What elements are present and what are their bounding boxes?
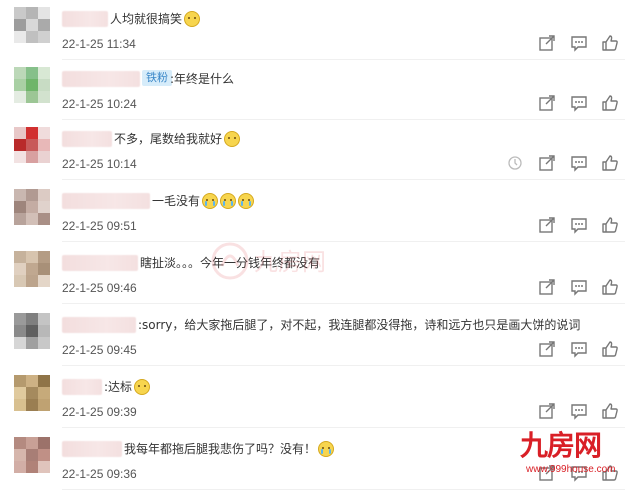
- comment-icon[interactable]: [570, 216, 588, 234]
- username-blurred[interactable]: [62, 379, 102, 395]
- sweat-emoji-icon: [224, 131, 241, 147]
- divider: [62, 179, 625, 180]
- like-icon[interactable]: [601, 340, 619, 358]
- comment-item: 铁粉:年终是什么 22-1-25 10:24: [0, 60, 625, 120]
- comment-text-content: 人均就很搞笑: [110, 12, 183, 26]
- avatar[interactable]: [14, 313, 50, 349]
- username-blurred[interactable]: [62, 71, 140, 87]
- divider: [62, 241, 625, 242]
- timestamp: 22-1-25 11:34: [62, 37, 136, 51]
- cry-emoji-icon: [318, 441, 335, 457]
- comment-icon[interactable]: [570, 340, 588, 358]
- timestamp: 22-1-25 10:24: [62, 97, 137, 111]
- username-blurred[interactable]: [62, 441, 122, 457]
- cry-emoji-icon: [238, 193, 255, 209]
- comment-text: 不多，尾数给我就好: [114, 130, 241, 148]
- username-blurred[interactable]: [62, 131, 112, 147]
- username-blurred[interactable]: [62, 255, 138, 271]
- comment-text-content: 不多，尾数给我就好: [114, 132, 223, 146]
- like-icon[interactable]: [601, 94, 619, 112]
- avatar[interactable]: [14, 127, 50, 163]
- timestamp: 22-1-25 09:45: [62, 343, 137, 357]
- comment-text: :年终是什么: [170, 70, 234, 88]
- comment-item: 人均就很搞笑 22-1-25 11:34: [0, 0, 625, 60]
- comment-icon[interactable]: [570, 34, 588, 52]
- share-icon[interactable]: [538, 34, 556, 52]
- brand-logo-url: www.999house.com: [526, 464, 616, 475]
- like-icon[interactable]: [601, 278, 619, 296]
- comment-text: 我每年都拖后腿我悲伤了吗？没有！: [124, 440, 335, 458]
- timestamp: 22-1-25 09:36: [62, 467, 137, 481]
- username-blurred[interactable]: [62, 317, 136, 333]
- fan-badge: 铁粉: [142, 70, 172, 86]
- share-icon[interactable]: [538, 278, 556, 296]
- divider: [62, 427, 625, 428]
- comment-text-content: 瞎扯淡。。。今年一分钱年终都没有: [140, 256, 321, 270]
- share-icon[interactable]: [538, 94, 556, 112]
- comment-item: :达标 22-1-25 09:39: [0, 368, 625, 428]
- smirk-emoji-icon: [184, 11, 201, 27]
- divider: [62, 365, 625, 366]
- comment-text: 一毛没有: [152, 192, 255, 210]
- comment-text-content: :年终是什么: [170, 72, 235, 86]
- comment-item: 瞎扯淡。。。今年一分钱年终都没有 22-1-25 09:46: [0, 244, 625, 304]
- like-icon[interactable]: [601, 154, 619, 172]
- like-icon[interactable]: [601, 216, 619, 234]
- comment-text: :sorry，给大家拖后腿了，对不起，我连腿都没得拖，诗和远方也只是画大饼的说词: [138, 316, 580, 334]
- like-icon[interactable]: [601, 402, 619, 420]
- timestamp: 22-1-25 09:51: [62, 219, 137, 233]
- share-icon[interactable]: [538, 154, 556, 172]
- comment-text: 瞎扯淡。。。今年一分钱年终都没有: [140, 254, 320, 272]
- like-icon[interactable]: [601, 34, 619, 52]
- comment-icon[interactable]: [570, 402, 588, 420]
- cry-emoji-icon: [202, 193, 219, 209]
- timestamp: 22-1-25 10:14: [62, 157, 137, 171]
- brand-logo-main: 九房网: [520, 429, 602, 462]
- timestamp: 22-1-25 09:46: [62, 281, 137, 295]
- divider: [62, 303, 625, 304]
- avatar[interactable]: [14, 251, 50, 287]
- comment-item: 不多，尾数给我就好 22-1-25 10:14: [0, 120, 625, 180]
- brand-logo: 九房网 www.999house.com: [520, 430, 625, 482]
- share-icon[interactable]: [538, 402, 556, 420]
- avatar[interactable]: [14, 7, 50, 43]
- comment-item: :sorry，给大家拖后腿了，对不起，我连腿都没得拖，诗和远方也只是画大饼的说词…: [0, 306, 625, 366]
- comment-text-content: :sorry，给大家拖后腿了，对不起，我连腿都没得拖，诗和远方也只是画大饼的说词: [138, 318, 581, 332]
- comment-icon[interactable]: [570, 154, 588, 172]
- avatar[interactable]: [14, 375, 50, 411]
- share-icon[interactable]: [538, 340, 556, 358]
- comment-text: 人均就很搞笑: [110, 10, 201, 28]
- username-blurred[interactable]: [62, 193, 150, 209]
- avatar[interactable]: [14, 437, 50, 473]
- smirk-emoji-icon: [134, 379, 151, 395]
- cry-emoji-icon: [220, 193, 237, 209]
- timer-icon: [506, 154, 524, 172]
- comment-text-content: 一毛没有: [152, 194, 201, 208]
- comment-text: :达标: [104, 378, 151, 396]
- share-icon[interactable]: [538, 216, 556, 234]
- comment-text-content: :达标: [104, 380, 133, 394]
- username-blurred[interactable]: [62, 11, 108, 27]
- comment-icon[interactable]: [570, 278, 588, 296]
- comment-icon[interactable]: [570, 94, 588, 112]
- avatar[interactable]: [14, 67, 50, 103]
- comment-text-content: 我每年都拖后腿我悲伤了吗？没有！: [124, 442, 317, 456]
- avatar[interactable]: [14, 189, 50, 225]
- timestamp: 22-1-25 09:39: [62, 405, 137, 419]
- comment-item: 一毛没有 22-1-25 09:51: [0, 182, 625, 242]
